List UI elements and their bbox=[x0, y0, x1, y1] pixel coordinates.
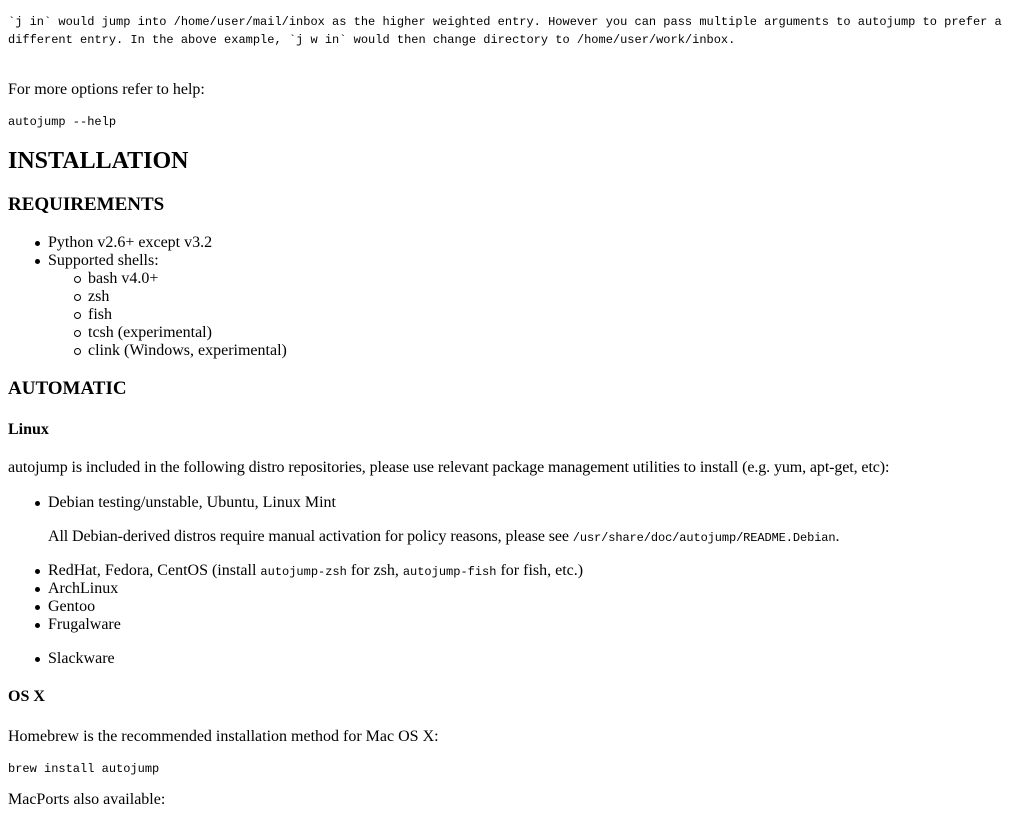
debian-note-end: . bbox=[835, 528, 840, 545]
heading-osx: OS X bbox=[8, 688, 45, 705]
intro-code-block: `j in` would jump into /home/user/mail/i… bbox=[8, 15, 1002, 47]
help-command: autojump --help bbox=[8, 115, 117, 129]
brew-command: brew install autojump bbox=[8, 762, 160, 776]
debian-note: All Debian-derived distros require manua… bbox=[48, 528, 1016, 547]
list-item: Gentoo bbox=[35, 598, 1016, 616]
redhat-text: for zsh, bbox=[346, 562, 403, 579]
redhat-code-zsh: autojump-zsh bbox=[260, 565, 347, 579]
debian-note-text: All Debian-derived distros require manua… bbox=[48, 528, 573, 545]
list-item: RedHat, Fedora, CentOS (install autojump… bbox=[35, 562, 1016, 581]
help-text: For more options refer to help: bbox=[8, 81, 205, 98]
list-item: Frugalware bbox=[35, 616, 1016, 634]
list-item: Supported shells: bbox=[35, 252, 1016, 270]
linux-paragraph: autojump is included in the following di… bbox=[8, 459, 890, 476]
list-item: Python v2.6+ except v3.2 bbox=[35, 234, 1016, 252]
redhat-text: RedHat, Fedora, CentOS (install bbox=[48, 562, 261, 579]
list-item: fish bbox=[74, 306, 1016, 324]
debian-path: /usr/share/doc/autojump/README.Debian bbox=[572, 531, 836, 545]
list-item: clink (Windows, experimental) bbox=[74, 342, 1016, 360]
list-item: tcsh (experimental) bbox=[74, 324, 1016, 342]
redhat-text: for fish, etc.) bbox=[496, 562, 584, 579]
macports-text: MacPorts also available: bbox=[8, 791, 166, 808]
list-item: Debian testing/unstable, Ubuntu, Linux M… bbox=[35, 494, 1016, 512]
homebrew-text: Homebrew is the recommended installation… bbox=[8, 728, 439, 745]
list-item: bash v4.0+ bbox=[74, 270, 1016, 288]
heading-linux: Linux bbox=[8, 421, 49, 438]
heading-requirements: REQUIREMENTS bbox=[8, 194, 165, 215]
list-item: zsh bbox=[74, 288, 1016, 306]
list-item: Slackware bbox=[35, 650, 1016, 668]
heading-automatic: AUTOMATIC bbox=[8, 378, 127, 399]
heading-installation: INSTALLATION bbox=[8, 148, 189, 174]
list-item: ArchLinux bbox=[35, 580, 1016, 598]
redhat-code-fish: autojump-fish bbox=[402, 565, 497, 579]
